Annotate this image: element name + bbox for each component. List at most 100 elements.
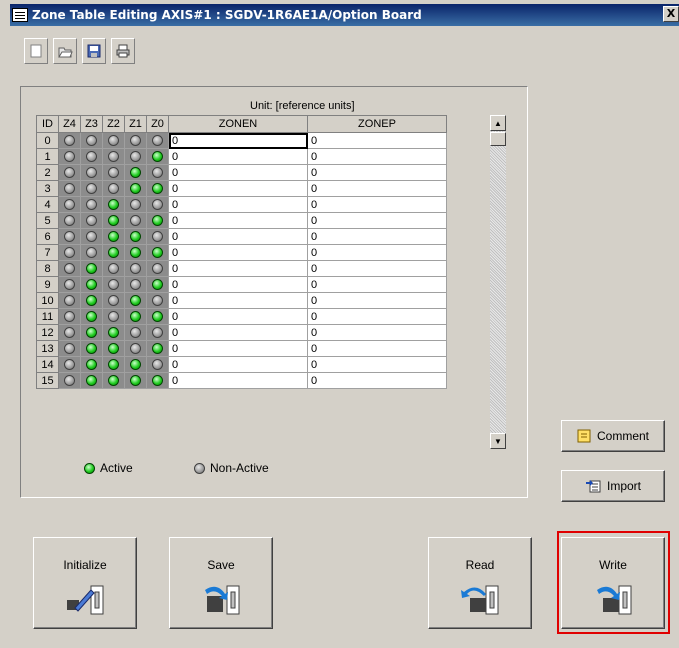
zone-led-z1 [124,148,147,165]
zonep-cell[interactable]: 0 [307,212,447,229]
row-id: 12 [36,324,59,341]
zonen-cell[interactable]: 0 [168,148,308,165]
inactive-led-icon [64,247,75,259]
inactive-led-icon [64,215,75,227]
zonep-cell[interactable]: 0 [307,356,447,373]
zone-led-z0 [146,132,169,149]
active-led-icon [152,183,163,195]
zone-led-z1 [124,212,147,229]
zonen-cell[interactable]: 0 [168,276,308,293]
header-zonep: ZONEP [307,115,447,133]
inactive-led-icon [64,311,75,323]
import-button[interactable]: Import [561,470,665,502]
inactive-led-icon [64,151,75,163]
zone-led-z1 [124,340,147,357]
open-button[interactable] [53,38,77,64]
save-file-button[interactable] [82,38,106,64]
save-button[interactable]: Save [169,537,273,629]
zonep-cell[interactable]: 0 [307,228,447,245]
print-button[interactable] [111,38,135,64]
zone-led-z3 [80,308,103,325]
zone-led-z0 [146,260,169,277]
zone-led-z3 [80,228,103,245]
inactive-led-icon [64,263,75,275]
zonep-cell[interactable]: 0 [307,132,447,149]
zonen-cell[interactable]: 0 [168,196,308,213]
zonen-cell[interactable]: 0 [168,164,308,181]
zone-led-z2 [102,308,125,325]
zonep-cell[interactable]: 0 [307,324,447,341]
zone-led-z0 [146,212,169,229]
zone-led-z4 [58,292,81,309]
zonen-cell[interactable]: 0 [168,324,308,341]
scroll-down-button[interactable]: ▼ [490,433,506,449]
inactive-led-icon [64,295,75,307]
read-button[interactable]: Read [428,537,532,629]
zonep-cell[interactable]: 0 [307,164,447,181]
zonep-cell[interactable]: 0 [307,276,447,293]
initialize-button[interactable]: Initialize [33,537,137,629]
zonen-cell[interactable]: 0 [168,228,308,245]
comment-button[interactable]: Comment [561,420,665,452]
table-row: 7 00 [36,244,447,261]
zone-led-z0 [146,244,169,261]
zonep-cell[interactable]: 0 [307,308,447,325]
new-button[interactable] [24,38,48,64]
zone-led-z0 [146,164,169,181]
table-row: 4 00 [36,196,447,213]
inactive-led-icon [130,263,141,275]
active-led-icon [108,231,119,243]
zonep-cell[interactable]: 0 [307,260,447,277]
row-id: 2 [36,164,59,181]
inactive-led-icon [194,462,205,474]
row-id: 9 [36,276,59,293]
row-id: 11 [36,308,59,325]
zonen-cell[interactable]: 0 [168,356,308,373]
zonen-cell[interactable]: 0 [168,308,308,325]
active-led-icon [130,167,141,179]
zone-led-z1 [124,260,147,277]
zonen-cell[interactable]: 0 [168,260,308,277]
save-icon [205,585,240,615]
active-led-icon [130,311,141,323]
zonen-cell[interactable]: 0 [168,132,308,149]
row-id: 3 [36,180,59,197]
zone-led-z2 [102,148,125,165]
zonep-cell[interactable]: 0 [307,340,447,357]
close-button[interactable]: X [663,6,679,22]
active-led-icon [130,231,141,243]
zonen-cell[interactable]: 0 [168,292,308,309]
zone-led-z3 [80,180,103,197]
inactive-led-icon [86,183,97,195]
zonep-cell[interactable]: 0 [307,196,447,213]
zone-led-z3 [80,340,103,357]
zonep-cell[interactable]: 0 [307,372,447,389]
zone-led-z4 [58,164,81,181]
active-led-icon [108,247,119,259]
active-led-icon [152,343,163,355]
zonen-cell[interactable]: 0 [168,244,308,261]
inactive-led-icon [130,199,141,211]
zonen-cell[interactable]: 0 [168,212,308,229]
header-z2: Z2 [102,115,125,133]
zone-led-z4 [58,180,81,197]
table-scrollbar[interactable]: ▲ ▼ [490,115,506,449]
zonep-cell[interactable]: 0 [307,148,447,165]
active-led-icon [86,263,97,275]
zone-led-z3 [80,372,103,389]
scroll-thumb[interactable] [490,132,506,146]
active-led-icon [108,375,119,387]
zonen-cell[interactable]: 0 [168,180,308,197]
zonep-cell[interactable]: 0 [307,180,447,197]
inactive-led-icon [108,295,119,307]
inactive-led-icon [108,279,119,291]
zonen-cell[interactable]: 0 [168,372,308,389]
zonen-cell[interactable]: 0 [168,340,308,357]
inactive-led-icon [86,151,97,163]
zonep-cell[interactable]: 0 [307,292,447,309]
scroll-up-button[interactable]: ▲ [490,115,506,131]
header-z0: Z0 [146,115,169,133]
zonep-cell[interactable]: 0 [307,244,447,261]
inactive-led-icon [86,135,97,147]
save-file-icon [87,44,101,58]
